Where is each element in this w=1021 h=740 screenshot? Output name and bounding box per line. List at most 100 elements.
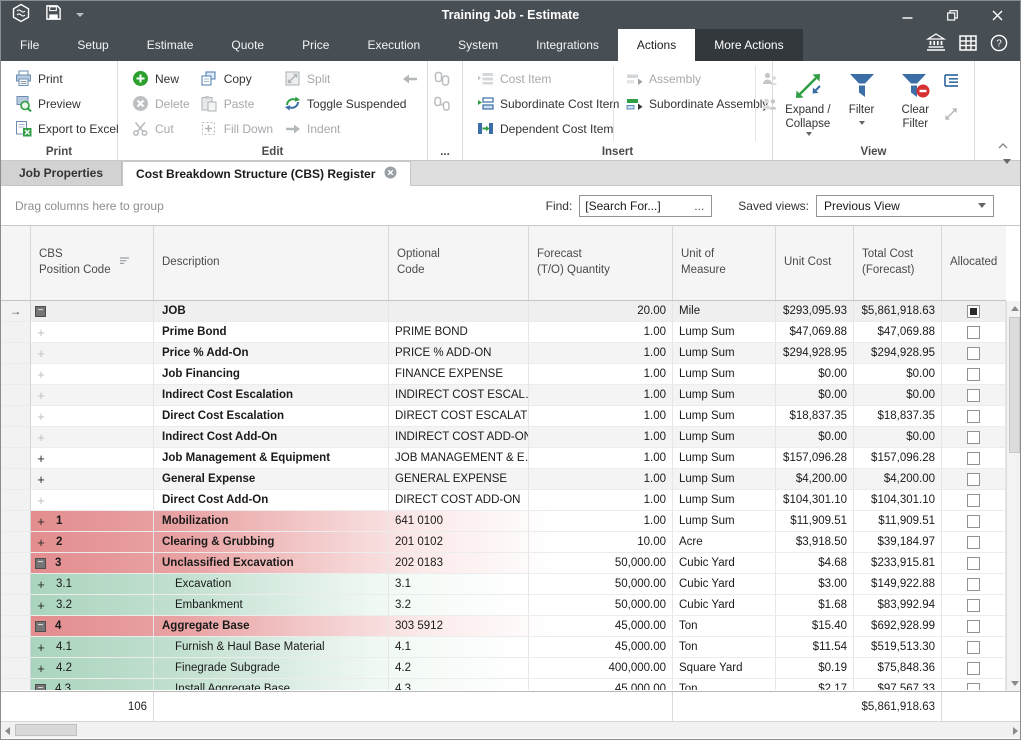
outdent-button[interactable] [401, 66, 421, 91]
row-expander[interactable]: − [35, 558, 46, 569]
outline-view-button[interactable] [942, 68, 968, 93]
menu-price[interactable]: Price [283, 29, 348, 61]
paste-button[interactable]: Paste [195, 91, 278, 116]
restore-button[interactable] [930, 1, 975, 29]
table-row[interactable]: + 4.2 Finegrade Subgrade 4.2 400,000.00 … [1, 658, 1006, 679]
table-row[interactable]: + Price % Add-On PRICE % ADD-ON 1.00 Lum… [1, 343, 1006, 364]
allocated-checkbox[interactable] [967, 683, 980, 691]
saved-views-select[interactable]: Previous View [816, 195, 994, 217]
header-unit-cost[interactable]: Unit Cost [776, 226, 854, 300]
menu-estimate[interactable]: Estimate [128, 29, 213, 61]
row-expander[interactable]: + [35, 431, 47, 443]
menu-more-actions[interactable]: More Actions [695, 29, 802, 61]
row-expander[interactable]: + [35, 326, 47, 338]
split-button[interactable]: Split [278, 66, 401, 91]
export-to-excel-button[interactable]: Export to Excel [9, 116, 111, 141]
tab-job-properties[interactable]: Job Properties [1, 161, 122, 185]
bank-icon[interactable] [926, 33, 946, 57]
assembly-button[interactable]: Assembly [620, 66, 755, 91]
table-row[interactable]: + 3.1 Excavation 3.1 50,000.00 Cubic Yar… [1, 574, 1006, 595]
allocated-checkbox[interactable] [967, 347, 980, 360]
header-cbs-position-code[interactable]: CBS Position Code [31, 226, 154, 300]
save-icon[interactable] [45, 4, 62, 26]
allocated-checkbox[interactable] [967, 599, 980, 612]
allocated-checkbox[interactable] [967, 305, 980, 318]
header-forecast-quantity[interactable]: Forecast (T/O) Quantity [529, 226, 673, 300]
tab-cbs-register[interactable]: Cost Breakdown Structure (CBS) Register [122, 161, 411, 186]
tab-list-dropdown-icon[interactable] [1003, 164, 1020, 182]
cut-button[interactable]: Cut [126, 116, 195, 141]
scroll-down-icon[interactable] [1011, 681, 1019, 686]
row-expander[interactable]: − [35, 621, 46, 632]
allocated-checkbox[interactable] [967, 410, 980, 423]
row-expander[interactable]: + [35, 368, 47, 380]
row-expander[interactable]: + [35, 662, 47, 674]
header-unit-of-measure[interactable]: Unit of Measure [673, 226, 776, 300]
menu-setup[interactable]: Setup [58, 29, 127, 61]
row-expander[interactable]: − [35, 684, 46, 691]
table-row[interactable]: + General Expense GENERAL EXPENSE 1.00 L… [1, 469, 1006, 490]
filter-button[interactable]: Filter [835, 66, 889, 142]
vertical-scrollbar[interactable] [1006, 301, 1021, 691]
toggle-suspended-button[interactable]: Toggle Suspended [278, 91, 401, 116]
expand-collapse-button[interactable]: Expand / Collapse [781, 66, 835, 142]
menu-file[interactable]: File [1, 29, 58, 61]
allocated-checkbox[interactable] [967, 368, 980, 381]
table-row[interactable]: + 4.1 Furnish & Haul Base Material 4.1 4… [1, 637, 1006, 658]
allocated-checkbox[interactable] [967, 662, 980, 675]
row-expander[interactable]: + [35, 389, 47, 401]
allocated-checkbox[interactable] [967, 536, 980, 549]
dependent-cost-item-button[interactable]: Dependent Cost Item [471, 116, 613, 141]
row-expander[interactable]: − [35, 306, 46, 317]
copy-button[interactable]: Copy [195, 66, 278, 91]
menu-actions[interactable]: Actions [618, 29, 695, 61]
header-total-cost[interactable]: Total Cost (Forecast) [854, 226, 942, 300]
tab-close-icon[interactable] [384, 166, 397, 182]
search-input[interactable] [580, 199, 687, 213]
allocated-checkbox[interactable] [967, 557, 980, 570]
preview-button[interactable]: Preview [9, 91, 111, 116]
fill-down-button[interactable]: Fill Down [195, 116, 278, 141]
row-expander[interactable]: + [35, 578, 47, 590]
allocated-checkbox[interactable] [967, 431, 980, 444]
vertical-scroll-thumb[interactable] [1009, 317, 1020, 453]
minimize-button[interactable] [885, 1, 930, 29]
table-row[interactable]: + Job Management & Equipment JOB MANAGEM… [1, 448, 1006, 469]
table-row[interactable]: − 4 Aggregate Base 303 5912 45,000.00 To… [1, 616, 1006, 637]
indent-button[interactable]: Indent [278, 116, 401, 141]
cost-item-button[interactable]: Cost Item [471, 66, 613, 91]
subordinate-assembly-button[interactable]: Subordinate Assembly [620, 91, 755, 116]
header-optional-code[interactable]: Optional Code [389, 226, 529, 300]
scroll-up-icon[interactable] [1011, 306, 1019, 311]
allocated-checkbox[interactable] [967, 452, 980, 465]
table-row[interactable]: − 4.3 Install Aggregate Base 4.3 45,000.… [1, 679, 1006, 690]
search-options-button[interactable]: ... [687, 199, 711, 213]
clear-filter-button[interactable]: Clear Filter [888, 66, 942, 142]
row-expander[interactable]: + [35, 347, 47, 359]
help-icon[interactable]: ? [990, 34, 1008, 57]
row-expander[interactable]: + [35, 494, 47, 506]
menu-integrations[interactable]: Integrations [517, 29, 618, 61]
table-row[interactable]: + 3.2 Embankment 3.2 50,000.00 Cubic Yar… [1, 595, 1006, 616]
subordinate-cost-item-button[interactable]: Subordinate Cost Item [471, 91, 613, 116]
allocated-checkbox[interactable] [967, 641, 980, 654]
table-row[interactable]: + Job Financing FINANCE EXPENSE 1.00 Lum… [1, 364, 1006, 385]
horizontal-scrollbar[interactable] [1, 721, 1021, 738]
allocated-checkbox[interactable] [967, 389, 980, 402]
link-button[interactable] [433, 66, 456, 91]
unlink-button[interactable] [433, 91, 456, 116]
grid-view-icon[interactable] [959, 35, 977, 56]
delete-button[interactable]: Delete [126, 91, 195, 116]
allocated-checkbox[interactable] [967, 578, 980, 591]
row-expander[interactable]: + [35, 473, 47, 485]
allocated-checkbox[interactable] [967, 473, 980, 486]
row-expander[interactable]: + [35, 641, 47, 653]
scroll-left-icon[interactable] [5, 727, 10, 735]
header-allocated[interactable]: Allocated [942, 226, 1006, 300]
header-description[interactable]: Description [154, 226, 389, 300]
new-button[interactable]: New [126, 66, 195, 91]
scroll-right-icon[interactable] [1013, 727, 1018, 735]
allocated-checkbox[interactable] [967, 326, 980, 339]
allocated-checkbox[interactable] [967, 494, 980, 507]
menu-quote[interactable]: Quote [212, 29, 283, 61]
